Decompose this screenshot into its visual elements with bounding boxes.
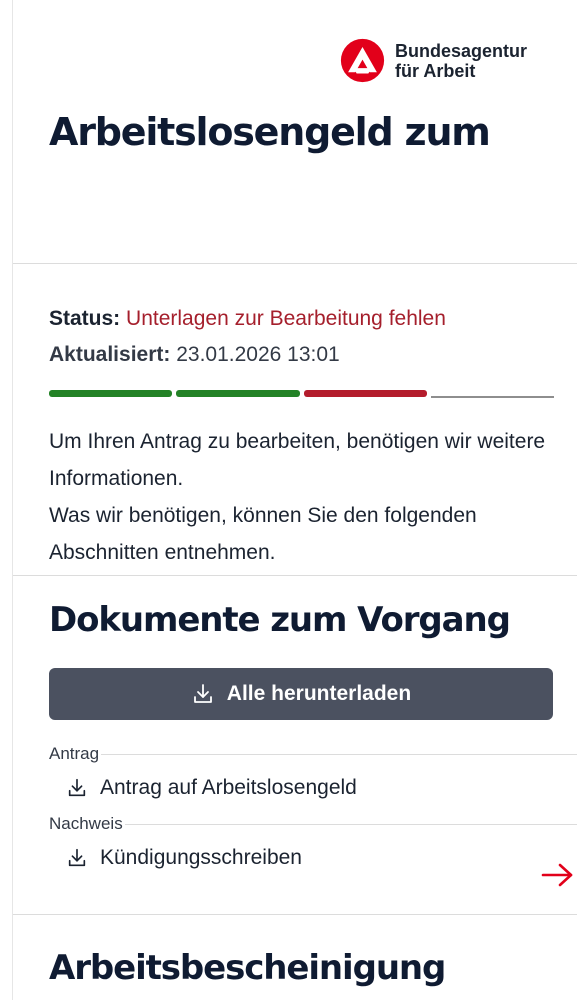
document-group-nachweis: Nachweis Kündigungsschreiben <box>49 813 577 872</box>
document-group-label: Antrag <box>49 743 577 765</box>
progress-step-3 <box>303 390 427 397</box>
document-group-label-text: Antrag <box>49 744 100 763</box>
work-certificate-section: Arbeitsbescheinigung <box>13 915 577 1000</box>
document-link-label: Kündigungsschreiben <box>100 846 302 869</box>
documents-title: Dokumente zum Vorgang <box>49 600 511 640</box>
work-certificate-title: Arbeitsbescheinigung <box>49 948 446 988</box>
updated-row: Aktualisiert: 23.01.2026 13:01 <box>49 341 340 369</box>
document-link-kuendigung[interactable]: Kündigungsschreiben <box>66 844 577 872</box>
status-value: Unterlagen zur Bearbeitung fehlen <box>126 307 446 330</box>
updated-value: 23.01.2026 13:01 <box>176 343 340 366</box>
document-link-antrag[interactable]: Antrag auf Arbeitslosengeld <box>66 774 577 802</box>
ba-logo-icon <box>340 38 385 83</box>
status-progress <box>49 390 554 398</box>
document-group-label: Nachweis <box>49 813 577 835</box>
download-all-button[interactable]: Alle herunterladen <box>49 668 553 720</box>
document-group-label-text: Nachweis <box>49 814 123 833</box>
status-section: Status: Unterlagen zur Bearbeitung fehle… <box>13 264 577 576</box>
group-divider <box>124 823 577 825</box>
brand: Bundesagentur für Arbeit <box>340 38 527 83</box>
status-description: Um Ihren Antrag zu bearbeiten, benötigen… <box>49 423 554 571</box>
updated-label: Aktualisiert: <box>49 343 171 366</box>
arrow-right-icon[interactable] <box>541 861 575 889</box>
brand-name: Bundesagentur für Arbeit <box>395 41 527 81</box>
page-header: Bundesagentur für Arbeit Arbeitslosengel… <box>13 0 577 264</box>
download-icon <box>68 778 86 797</box>
document-link-label: Antrag auf Arbeitslosengeld <box>100 776 357 799</box>
download-all-label: Alle herunterladen <box>226 682 412 705</box>
download-icon <box>68 848 86 867</box>
status-row: Status: Unterlagen zur Bearbeitung fehle… <box>49 305 446 333</box>
status-description-line-1: Um Ihren Antrag zu bearbeiten, benötigen… <box>49 430 546 490</box>
group-divider <box>101 753 577 755</box>
page: Bundesagentur für Arbeit Arbeitslosengel… <box>12 0 577 1000</box>
progress-step-4 <box>430 392 554 398</box>
progress-step-2 <box>176 390 300 397</box>
download-icon <box>191 682 215 706</box>
status-description-line-2: Was wir benötigen, können Sie den folgen… <box>49 504 477 564</box>
status-label: Status: <box>49 307 121 330</box>
progress-step-1 <box>49 390 173 397</box>
brand-line-2: für Arbeit <box>395 60 476 81</box>
brand-line-1: Bundesagentur <box>395 40 528 61</box>
documents-section: Dokumente zum Vorgang Alle herunterladen… <box>13 576 577 915</box>
document-group-antrag: Antrag Antrag auf Arbeitslosengeld <box>49 743 577 802</box>
page-title: Arbeitslosengeld zum <box>49 110 491 154</box>
